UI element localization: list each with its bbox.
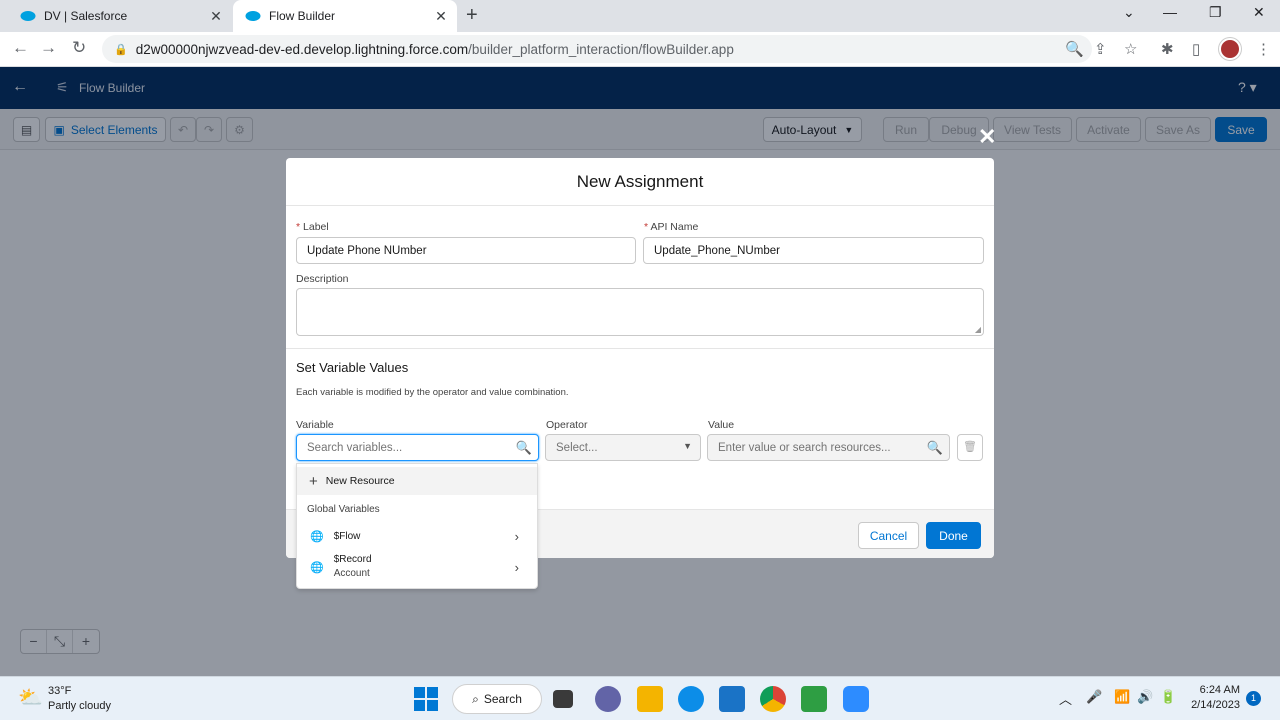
store-icon[interactable] bbox=[719, 686, 745, 712]
profile-avatar[interactable] bbox=[1219, 38, 1241, 60]
taskbar-search-button[interactable]: ⌕ Search bbox=[452, 684, 542, 714]
globe-icon: 🌐 bbox=[310, 530, 324, 543]
zoom-app-icon[interactable] bbox=[843, 686, 869, 712]
partly-cloudy-icon[interactable]: ⛅ bbox=[18, 685, 43, 710]
description-field-label: Description bbox=[296, 273, 349, 285]
tab-search-icon[interactable]: ⌄ bbox=[1123, 4, 1135, 21]
zoom-icon[interactable]: 🔍 bbox=[1065, 40, 1084, 58]
search-icon: 🔍 bbox=[515, 440, 532, 455]
new-tab-icon[interactable]: + bbox=[466, 4, 478, 27]
tab-title: Flow Builder bbox=[269, 9, 336, 23]
delete-row-icon[interactable]: 🗑 bbox=[957, 434, 983, 461]
notepad-icon[interactable] bbox=[801, 686, 827, 712]
forward-icon[interactable]: → bbox=[40, 38, 57, 58]
search-icon: ⌕ bbox=[472, 691, 479, 706]
cancel-button[interactable]: Cancel bbox=[858, 522, 919, 549]
wifi-icon[interactable]: 📶 bbox=[1114, 689, 1130, 705]
resize-grip-icon[interactable]: ◢ bbox=[975, 325, 981, 334]
back-icon[interactable]: ← bbox=[12, 38, 29, 58]
flow-variable-option[interactable]: 🌐 $Flow › bbox=[297, 528, 537, 544]
label-input[interactable]: Update Phone NUmber bbox=[296, 237, 636, 264]
modal-title: New Assignment bbox=[286, 158, 994, 206]
extensions-icon[interactable]: ✱ bbox=[1161, 40, 1174, 58]
close-tab-icon[interactable]: ✕ bbox=[429, 8, 453, 25]
microphone-icon[interactable]: 🎤 bbox=[1086, 689, 1102, 705]
side-panel-icon[interactable]: ▯ bbox=[1192, 40, 1200, 58]
menu-kebab-icon[interactable]: ⋮ bbox=[1256, 40, 1271, 58]
operator-select[interactable]: Select... ▼ bbox=[545, 434, 701, 461]
api-name-input[interactable]: Update_Phone_NUmber bbox=[643, 237, 984, 264]
temperature[interactable]: 33°F bbox=[48, 685, 71, 697]
volume-icon[interactable]: 🔊 bbox=[1137, 689, 1153, 705]
tab-dv-salesforce[interactable]: DV | Salesforce ✕ bbox=[8, 0, 232, 32]
plus-icon: + bbox=[309, 472, 318, 490]
value-field-label: Value bbox=[708, 419, 735, 431]
chevron-right-icon: › bbox=[514, 559, 519, 575]
system-clock[interactable]: 6:24 AM 2/14/2023 bbox=[1190, 684, 1240, 711]
api-name-field-label: * API Name bbox=[644, 221, 699, 233]
notification-badge[interactable]: 1 bbox=[1246, 691, 1261, 706]
url-text: d2w00000njwzvead-dev-ed.develop.lightnin… bbox=[135, 41, 734, 57]
section-divider bbox=[286, 348, 994, 349]
chevron-up-icon[interactable]: ︿ bbox=[1059, 689, 1072, 708]
minimize-icon[interactable]: — bbox=[1163, 4, 1177, 20]
chrome-icon[interactable] bbox=[760, 686, 786, 712]
salesforce-cloud-icon bbox=[245, 11, 261, 21]
variable-search-input[interactable]: Search variables... 🔍 bbox=[296, 434, 539, 461]
globe-icon: 🌐 bbox=[310, 561, 324, 574]
chat-icon[interactable] bbox=[595, 686, 621, 712]
variable-dropdown: + New Resource Global Variables 🌐 $Flow … bbox=[296, 463, 538, 589]
chevron-right-icon: › bbox=[514, 528, 519, 544]
lock-icon: 🔒 bbox=[114, 43, 128, 56]
task-view-icon[interactable] bbox=[553, 690, 573, 708]
windows-taskbar: ⛅ 33°F Partly cloudy ⌕ Search ︿ 🎤 📶 🔊 🔋 6… bbox=[0, 676, 1280, 720]
value-input[interactable]: Enter value or search resources... 🔍 bbox=[707, 434, 950, 461]
weather-condition[interactable]: Partly cloudy bbox=[48, 700, 111, 712]
description-textarea[interactable]: ◢ bbox=[296, 288, 984, 336]
edge-icon[interactable] bbox=[678, 686, 704, 712]
section-title: Set Variable Values bbox=[296, 360, 409, 375]
share-icon[interactable]: ⇪ bbox=[1094, 40, 1107, 58]
browser-tab-strip: DV | Salesforce ✕ Flow Builder ✕ + ⌄ — ❐… bbox=[0, 0, 1280, 32]
global-variables-heading: Global Variables bbox=[307, 504, 380, 515]
close-window-icon[interactable]: ✕ bbox=[1253, 4, 1265, 21]
address-bar[interactable]: 🔒 d2w00000njwzvead-dev-ed.develop.lightn… bbox=[102, 35, 1092, 63]
tab-flow-builder[interactable]: Flow Builder ✕ bbox=[233, 0, 457, 32]
browser-toolbar: ← → ↻ 🔒 d2w00000njwzvead-dev-ed.develop.… bbox=[0, 32, 1280, 67]
salesforce-cloud-icon bbox=[20, 11, 36, 21]
close-tab-icon[interactable]: ✕ bbox=[204, 8, 228, 25]
tab-title: DV | Salesforce bbox=[44, 9, 128, 23]
file-explorer-icon[interactable] bbox=[637, 686, 663, 712]
search-icon: 🔍 bbox=[926, 440, 943, 455]
restore-icon[interactable]: ❐ bbox=[1209, 4, 1222, 21]
reload-icon[interactable]: ↻ bbox=[72, 38, 86, 58]
label-field-label: * Label bbox=[296, 221, 329, 233]
variable-field-label: Variable bbox=[296, 419, 334, 431]
windows-start-icon[interactable] bbox=[414, 687, 438, 711]
operator-field-label: Operator bbox=[546, 419, 588, 431]
record-variable-option[interactable]: 🌐 $Record Account › bbox=[297, 552, 537, 582]
new-resource-option[interactable]: + New Resource bbox=[297, 467, 537, 495]
close-modal-icon[interactable]: ✕ bbox=[978, 124, 996, 150]
bookmark-star-icon[interactable]: ☆ bbox=[1124, 40, 1137, 58]
battery-icon[interactable]: 🔋 bbox=[1160, 689, 1176, 705]
done-button[interactable]: Done bbox=[926, 522, 981, 549]
chevron-down-icon: ▼ bbox=[683, 441, 692, 451]
section-description: Each variable is modified by the operato… bbox=[296, 387, 569, 398]
